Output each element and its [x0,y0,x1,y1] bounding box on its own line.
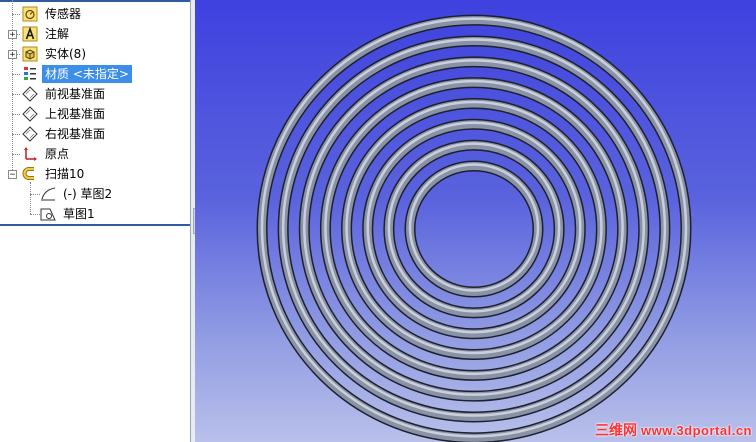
tree-connector [30,214,40,215]
tree-item-label: 材质 <未指定> [42,65,132,83]
tree-item-sweep10[interactable]: 扫描10 [22,164,87,184]
sweep-feature-icon [22,167,34,180]
tree-item-right-plane[interactable]: 右视基准面 [22,124,108,144]
tree-connector [30,182,31,214]
plane-icon [22,126,38,142]
annotation-icon [22,26,38,42]
tree-item-label: (-) 草图2 [63,187,113,201]
tree-item-label: 前视基准面 [45,87,106,101]
tree-item-label: 右视基准面 [45,127,106,141]
ring-1-highlight[interactable] [408,163,540,292]
origin-icon [24,147,37,161]
tree-item-sketch1[interactable]: 草图1 [40,204,98,224]
tree-item-label: 扫描10 [45,167,85,181]
sensor-icon [22,6,38,22]
tree-connector [12,94,20,95]
feature-tree: + + − 传感器 注解 实体(8) 材质 <未指定> 前视基准面 上视基准面 … [0,0,191,442]
tree-item-top-plane[interactable]: 上视基准面 [22,104,108,124]
plane-icon [22,106,38,122]
tree-item-sensors[interactable]: 传感器 [22,4,84,24]
tree-top-border [0,0,190,2]
tree-item-material[interactable]: 材质 <未指定> [22,64,132,84]
tree-connector [12,74,20,75]
tree-item-label: 传感器 [45,7,82,21]
expand-annotation-toggle[interactable]: + [8,30,17,40]
tree-item-solid-bodies[interactable]: 实体(8) [22,44,89,64]
tree-item-label: 草图1 [63,207,95,221]
tree-item-label: 上视基准面 [45,107,106,121]
tree-item-label: 实体(8) [45,47,86,61]
plane-icon [22,86,38,102]
tree-connector [12,114,20,115]
collapse-sweep-toggle[interactable]: − [8,170,17,180]
tree-connector [12,134,20,135]
material-icon [24,67,36,80]
spiral-rings-model[interactable] [195,0,756,442]
tree-item-origin[interactable]: 原点 [22,144,72,164]
tree-connector [12,154,20,155]
tree-item-annotations[interactable]: 注解 [22,24,72,44]
sketch-icon [41,187,56,201]
watermark: 三维网 www.3dportal.cn [595,420,752,440]
tree-connector [12,0,13,176]
tree-item-front-plane[interactable]: 前视基准面 [22,84,108,104]
watermark-cn: 三维网 [594,422,637,438]
tree-empty-area [0,226,190,442]
tree-item-label: 原点 [45,147,70,161]
tree-connector [12,14,20,15]
ring-3-highlight[interactable] [366,121,582,334]
tree-item-label: 注解 [45,27,70,41]
expand-solid-bodies-toggle[interactable]: + [8,50,17,60]
watermark-url: www.3dportal.cn [640,422,752,438]
graphics-viewport[interactable]: 三维网 www.3dportal.cn [195,0,756,442]
solid-bodies-icon [22,46,38,62]
sketch-icon [40,208,56,221]
tree-item-sketch2[interactable]: (-) 草图2 [40,184,115,204]
tree-connector [30,194,40,195]
